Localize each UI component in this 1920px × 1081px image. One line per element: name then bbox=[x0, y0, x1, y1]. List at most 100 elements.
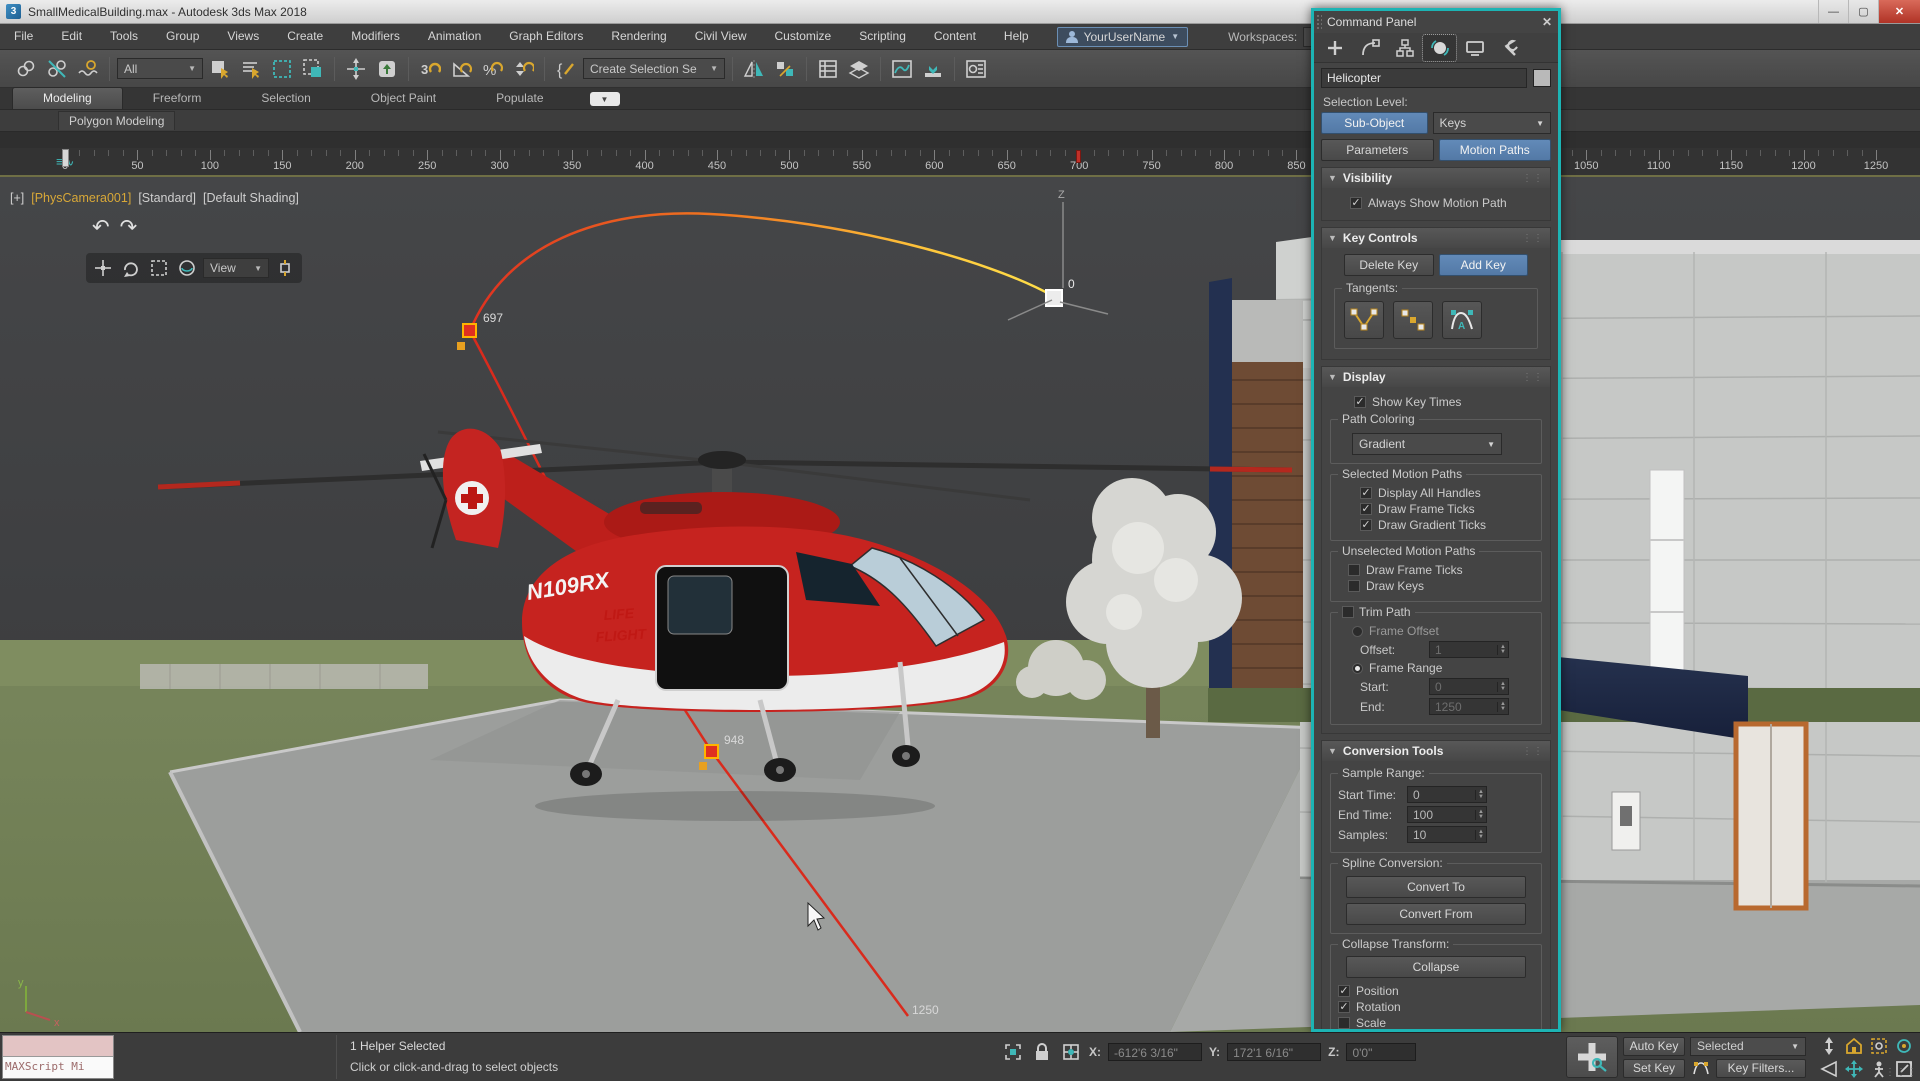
minimize-button[interactable]: — bbox=[1818, 0, 1848, 23]
collapse-scale-checkbox[interactable]: Scale bbox=[1338, 1016, 1534, 1029]
rectangular-selection-region-icon[interactable] bbox=[268, 55, 296, 83]
motion-paths-button[interactable]: Motion Paths bbox=[1438, 139, 1551, 161]
time-ruler[interactable]: 0501001502002503003504004505005506006507… bbox=[0, 148, 1920, 175]
menu-graph-editors[interactable]: Graph Editors bbox=[495, 24, 597, 49]
convert-from-button[interactable]: Convert From bbox=[1346, 903, 1526, 925]
set-key-button[interactable]: Set Key bbox=[1623, 1058, 1685, 1078]
select-and-move-icon[interactable] bbox=[342, 55, 370, 83]
offset-spinner[interactable]: 1 ▲ ▼ bbox=[1429, 641, 1509, 658]
menu-modifiers[interactable]: Modifiers bbox=[337, 24, 414, 49]
undo-icon[interactable]: ↶ bbox=[92, 215, 110, 240]
draw-frame-ticks-checkbox[interactable]: ✓ Draw Frame Ticks bbox=[1360, 502, 1534, 516]
layer-explorer-icon[interactable] bbox=[845, 55, 873, 83]
select-by-name-icon[interactable] bbox=[237, 55, 265, 83]
absolute-mode-icon[interactable] bbox=[1060, 1041, 1082, 1063]
tangent-linear-icon[interactable] bbox=[1344, 301, 1384, 339]
user-account-menu[interactable]: YourUserName ▼ bbox=[1056, 26, 1189, 47]
ribbon-tab-modeling[interactable]: Modeling bbox=[12, 87, 123, 109]
timeline-key-marker[interactable] bbox=[1076, 150, 1082, 163]
close-icon[interactable]: ✕ bbox=[1542, 15, 1552, 29]
snaps-toggle-icon[interactable]: 3 bbox=[416, 55, 444, 83]
select-and-move-icon[interactable] bbox=[91, 256, 115, 280]
isolate-selection-icon[interactable] bbox=[1002, 1041, 1024, 1063]
rollout-header-conversion-tools[interactable]: ▼ Conversion Tools ⋮⋮ bbox=[1322, 741, 1550, 761]
ribbon-tab-selection[interactable]: Selection bbox=[231, 88, 340, 109]
delete-key-button[interactable]: Delete Key bbox=[1344, 254, 1434, 276]
unlink-selection-icon[interactable] bbox=[43, 55, 71, 83]
sub-object-level-dropdown[interactable]: Keys ▼ bbox=[1432, 112, 1551, 134]
select-and-link-icon[interactable] bbox=[12, 55, 40, 83]
start-time-spinner[interactable]: 0 ▲ ▼ bbox=[1407, 786, 1487, 803]
ribbon-minimize-toggle[interactable]: ▼ bbox=[589, 92, 620, 106]
viewport-standard-label[interactable]: [Standard] bbox=[138, 191, 196, 205]
object-name-field[interactable] bbox=[1321, 68, 1527, 88]
menu-views[interactable]: Views bbox=[213, 24, 273, 49]
default-tangent-icon[interactable] bbox=[1690, 1059, 1712, 1078]
percent-snap-toggle-icon[interactable]: % bbox=[478, 55, 506, 83]
trim-path-checkbox[interactable] bbox=[1342, 606, 1354, 618]
zoom-extents-all-icon[interactable] bbox=[1842, 1035, 1866, 1057]
schematic-view-icon[interactable] bbox=[919, 55, 947, 83]
ribbon-panel-polygon-modeling[interactable]: Polygon Modeling bbox=[58, 111, 176, 130]
z-coordinate-field[interactable]: 0'0" bbox=[1346, 1043, 1417, 1061]
edit-named-selection-sets-icon[interactable]: { bbox=[552, 55, 580, 83]
close-button[interactable]: ✕ bbox=[1878, 0, 1920, 23]
add-key-button[interactable]: Add Key bbox=[1438, 254, 1528, 276]
select-and-place-icon[interactable] bbox=[373, 55, 401, 83]
orbit-icon[interactable] bbox=[1892, 1035, 1916, 1057]
named-selection-sets-dropdown[interactable]: Create Selection Se ▼ bbox=[583, 58, 725, 79]
trim-end-spinner[interactable]: 1250 ▲ ▼ bbox=[1429, 698, 1509, 715]
selection-lock-icon[interactable] bbox=[1031, 1041, 1053, 1063]
collapse-position-checkbox[interactable]: ✓ Position bbox=[1338, 984, 1534, 998]
key-filters-button[interactable]: Key Filters... bbox=[1716, 1058, 1806, 1078]
unselected-draw-keys-checkbox[interactable]: Draw Keys bbox=[1348, 579, 1534, 593]
menu-create[interactable]: Create bbox=[273, 24, 337, 49]
field-of-view-icon[interactable] bbox=[1817, 1058, 1841, 1080]
tangent-step-icon[interactable] bbox=[1393, 301, 1433, 339]
command-panel-header[interactable]: Command Panel ✕ bbox=[1314, 11, 1558, 33]
maxscript-macro-row[interactable] bbox=[3, 1036, 113, 1057]
use-pivot-center-icon[interactable] bbox=[273, 256, 297, 280]
menu-animation[interactable]: Animation bbox=[414, 24, 495, 49]
end-time-spinner[interactable]: 100 ▲ ▼ bbox=[1407, 806, 1487, 823]
draw-gradient-ticks-checkbox[interactable]: ✓ Draw Gradient Ticks bbox=[1360, 518, 1534, 532]
show-key-times-checkbox[interactable]: ✓ Show Key Times bbox=[1354, 395, 1542, 409]
pan-icon[interactable] bbox=[1842, 1058, 1866, 1080]
set-keys-button[interactable] bbox=[1566, 1036, 1618, 1078]
tab-create-icon[interactable] bbox=[1318, 35, 1351, 61]
menu-help[interactable]: Help bbox=[990, 24, 1043, 49]
ribbon-tab-freeform[interactable]: Freeform bbox=[123, 88, 232, 109]
menu-rendering[interactable]: Rendering bbox=[597, 24, 680, 49]
ribbon-tab-populate[interactable]: Populate bbox=[466, 88, 573, 109]
selection-region-icon[interactable] bbox=[147, 256, 171, 280]
select-and-manipulate-icon[interactable] bbox=[175, 256, 199, 280]
object-color-swatch[interactable] bbox=[1533, 69, 1551, 87]
unselected-draw-frame-ticks-checkbox[interactable]: Draw Frame Ticks bbox=[1348, 563, 1534, 577]
mirror-icon[interactable] bbox=[740, 55, 768, 83]
display-all-handles-checkbox[interactable]: ✓ Display All Handles bbox=[1360, 486, 1534, 500]
parameters-button[interactable]: Parameters bbox=[1321, 139, 1434, 161]
tab-utilities-icon[interactable] bbox=[1493, 35, 1526, 61]
window-crossing-toggle-icon[interactable] bbox=[299, 55, 327, 83]
select-and-rotate-icon[interactable] bbox=[119, 256, 143, 280]
tab-display-icon[interactable] bbox=[1458, 35, 1491, 61]
sub-object-button[interactable]: Sub-Object bbox=[1321, 112, 1428, 134]
curve-editor-icon[interactable] bbox=[888, 55, 916, 83]
rollout-header-display[interactable]: ▼ Display ⋮⋮ bbox=[1322, 367, 1550, 387]
align-icon[interactable] bbox=[771, 55, 799, 83]
reference-coordinate-dropdown[interactable]: View ▼ bbox=[203, 258, 269, 278]
zoom-icon[interactable] bbox=[1817, 1035, 1841, 1057]
key-set-dropdown[interactable]: Selected ▼ bbox=[1690, 1036, 1806, 1056]
maximize-button[interactable]: ▢ bbox=[1848, 0, 1878, 23]
tab-hierarchy-icon[interactable] bbox=[1388, 35, 1421, 61]
panel-drag-grip[interactable] bbox=[1316, 14, 1322, 30]
select-object-icon[interactable] bbox=[206, 55, 234, 83]
trim-start-spinner[interactable]: 0 ▲ ▼ bbox=[1429, 678, 1509, 695]
auto-key-button[interactable]: Auto Key bbox=[1623, 1036, 1685, 1056]
time-slider-handle[interactable] bbox=[62, 149, 69, 167]
ribbon-tab-object-paint[interactable]: Object Paint bbox=[341, 88, 466, 109]
menu-civil-view[interactable]: Civil View bbox=[681, 24, 761, 49]
rollout-header-key-controls[interactable]: ▼ Key Controls ⋮⋮ bbox=[1322, 228, 1550, 248]
viewport-menu-plus[interactable]: [+] bbox=[10, 191, 24, 205]
bind-to-space-warp-icon[interactable] bbox=[74, 55, 102, 83]
